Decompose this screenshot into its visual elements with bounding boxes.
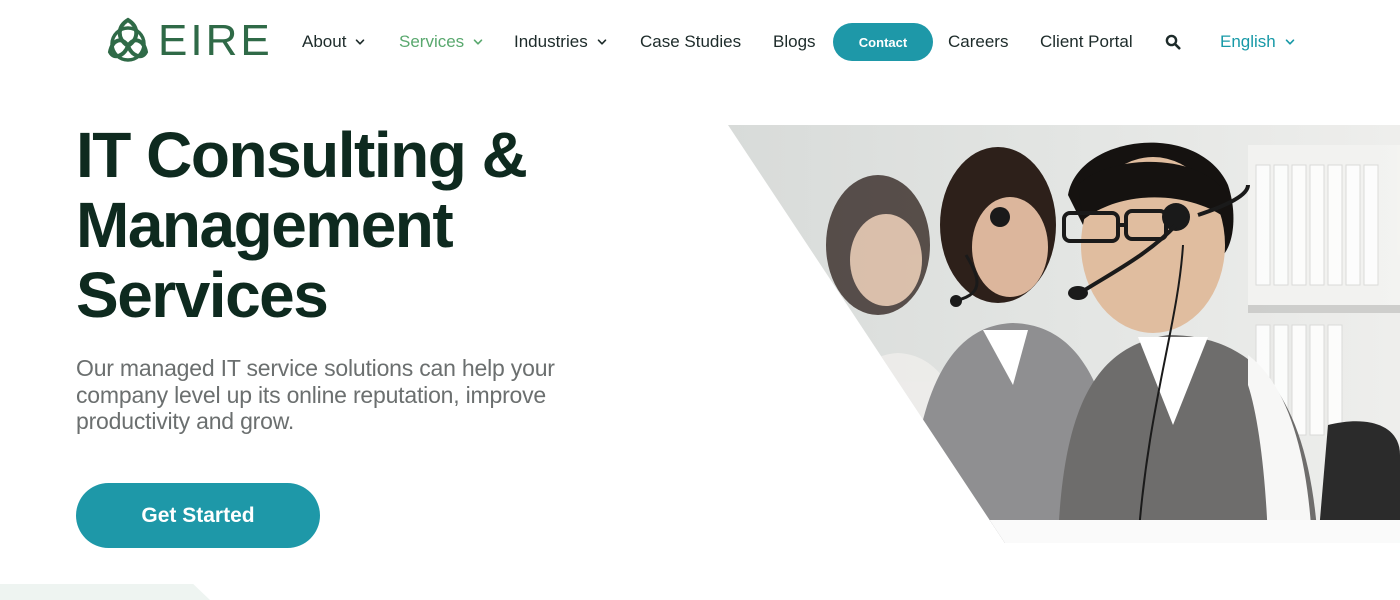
hero-subtitle-line: company level up its online reputation, … [76,381,547,408]
search-icon [1165,34,1181,50]
hero-title-line: Management [76,189,454,261]
contact-button[interactable]: Contact [833,23,933,61]
nav-item-about[interactable]: About [302,22,365,62]
chevron-down-icon [597,39,607,45]
nav-label: Industries [514,32,588,51]
hero-title-line: IT Consulting & [76,119,528,191]
hero-title: IT Consulting & Management Services [76,120,696,330]
nav-item-services[interactable]: Services [399,22,483,62]
hero-subtitle: Our managed IT service solutions can hel… [76,355,636,435]
hero-subtitle-line: productivity and grow. [76,408,295,434]
decorative-shape [0,584,210,600]
chevron-down-icon [1285,39,1295,45]
language-label: English [1220,32,1276,51]
nav-label: Careers [948,32,1009,51]
page: EIRE About Services Industries Case Stud… [0,0,1400,600]
nav-item-blogs[interactable]: Blogs [773,22,816,62]
search-button[interactable] [1163,32,1183,52]
nav-item-client-portal[interactable]: Client Portal [1040,22,1133,62]
hero-image [728,125,1400,543]
nav-label: About [302,32,347,51]
nav-item-careers[interactable]: Careers [948,22,1008,62]
main-navigation: About Services Industries Case Studies B… [0,22,1400,62]
nav-label: Client Portal [1040,32,1133,51]
nav-item-industries[interactable]: Industries [514,22,607,62]
hero-subtitle-line: Our managed IT service solutions can hel… [76,355,555,381]
support-agents-illustration [728,125,1400,543]
language-selector[interactable]: English [1220,22,1295,62]
get-started-button[interactable]: Get Started [76,483,320,548]
nav-label: Services [399,32,465,51]
nav-label: Blogs [773,32,816,51]
nav-item-case-studies[interactable]: Case Studies [640,22,741,62]
nav-label: Case Studies [640,32,742,51]
chevron-down-icon [473,39,483,45]
hero-title-line: Services [76,259,329,331]
chevron-down-icon [356,39,365,45]
